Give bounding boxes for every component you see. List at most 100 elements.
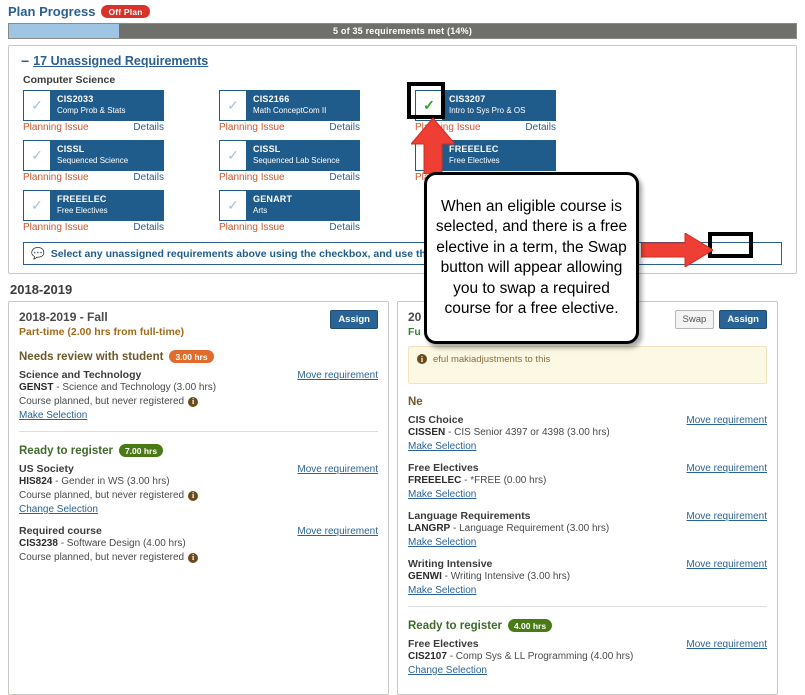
requirement-item-code: HIS824 [19, 476, 53, 487]
requirement-item-detail: - Language Requirement (3.00 hrs) [450, 523, 610, 534]
requirement-code: GENART [253, 194, 293, 204]
requirement-item: Free Electives Move requirement CIS2107 - … [408, 638, 767, 676]
planning-issue-label: Planning Issue [219, 122, 285, 133]
requirement-item-note: Course planned, but never registered i [19, 551, 378, 565]
requirement-card-body: CIS3207 Intro to Sys Pro & OS [443, 91, 530, 120]
requirement-section-header: Ne [408, 396, 767, 408]
requirement-item-header: Writing Intensive Move requirement [408, 558, 767, 570]
requirement-item-code: GENST [19, 382, 54, 393]
requirement-item-detail: - Gender in WS (3.00 hrs) [52, 476, 170, 487]
requirement-card[interactable]: ✓ CISSL Sequenced Lab Science [219, 140, 360, 171]
requirement-item-course: CIS3238 - Software Design (4.00 hrs) [19, 537, 378, 551]
move-requirement-link[interactable]: Move requirement [297, 526, 378, 537]
move-requirement-link[interactable]: Move requirement [686, 639, 767, 650]
requirement-item-detail: - Software Design (4.00 hrs) [57, 538, 186, 549]
requirement-card[interactable]: ✓ GENART Arts [219, 190, 360, 221]
requirement-item: Writing Intensive Move requirement GENWI -… [408, 558, 767, 596]
arrow-up-to-checkbox [411, 118, 455, 174]
selection-link[interactable]: Make Selection [408, 585, 476, 596]
requirement-item-detail: - Science and Technology (3.00 hrs) [53, 382, 217, 393]
details-link[interactable]: Details [133, 172, 164, 183]
requirement-card-body: CISSL Sequenced Lab Science [247, 141, 345, 170]
requirement-item-title: Language Requirements [408, 510, 531, 522]
unassigned-requirements-link[interactable]: 17 Unassigned Requirements [33, 54, 208, 68]
term-title-block: 2018-2019 - Fall Part-time (2.00 hrs from… [19, 310, 184, 338]
move-requirement-link[interactable]: Move requirement [297, 464, 378, 475]
requirement-card-footer: Planning Issue Details [219, 121, 360, 133]
requirement-note-text: Course planned, but never registered [19, 552, 185, 563]
requirement-item-header: US Society Move requirement [19, 463, 378, 475]
section-hours-badge: 3.00 hrs [169, 350, 214, 363]
details-link[interactable]: Details [329, 222, 360, 233]
requirement-note-text: Course planned, but never registered [19, 396, 185, 407]
requirement-code: FREEELEC [57, 194, 107, 204]
requirement-item-course: GENWI - Writing Intensive (3.00 hrs) [408, 570, 767, 584]
selection-link[interactable]: Make Selection [408, 489, 476, 500]
requirement-item-title: US Society [19, 463, 74, 475]
selection-link[interactable]: Make Selection [408, 537, 476, 548]
minus-icon[interactable]: − [21, 54, 29, 68]
requirement-description: Sequenced Lab Science [253, 156, 340, 165]
requirement-checkbox[interactable]: ✓ [220, 141, 247, 170]
details-link[interactable]: Details [133, 122, 164, 133]
requirement-card[interactable]: ✓ CISSL Sequenced Science [23, 140, 164, 171]
requirement-item-title: CIS Choice [408, 414, 464, 426]
requirement-card-footer: Planning Issue Details [219, 171, 360, 183]
unassigned-requirement-cell: ✓ CISSL Sequenced Science Planning Issue Det… [23, 140, 219, 183]
term-panel: 20 Fu Swap Assign i eful makiadjustments to t… [397, 301, 778, 695]
move-requirement-link[interactable]: Move requirement [686, 415, 767, 426]
page-title: Plan Progress [8, 4, 96, 19]
section-title: Needs review with student [19, 350, 164, 363]
term-header: 2018-2019 - Fall Part-time (2.00 hrs from… [19, 310, 378, 338]
requirement-card[interactable]: ✓ FREEELEC Free Electives [23, 190, 164, 221]
term-alert-text: eful makiadjustments to this [433, 354, 551, 365]
requirement-section-header: Ready to register 7.00 hrs [19, 444, 378, 457]
requirement-card[interactable]: ✓ CIS2166 Math ConceptCom II [219, 90, 360, 121]
details-link[interactable]: Details [133, 222, 164, 233]
callout-text: When an eligible course is selected, and… [435, 197, 628, 318]
academic-year-label: 2018-2019 [10, 282, 73, 297]
requirement-item-title: Required course [19, 525, 102, 537]
selection-link[interactable]: Make Selection [19, 410, 87, 421]
selection-link[interactable]: Make Selection [408, 441, 476, 452]
assign-button[interactable]: Assign [330, 310, 378, 329]
requirement-card[interactable]: ✓ CIS2033 Comp Prob & Stats [23, 90, 164, 121]
details-link[interactable]: Details [525, 122, 556, 133]
move-requirement-link[interactable]: Move requirement [686, 511, 767, 522]
requirement-item: Language Requirements Move requirement LAN… [408, 510, 767, 548]
requirement-item-course: CISSEN - CIS Senior 4397 or 4398 (3.00 h… [408, 426, 767, 440]
requirement-item-header: Free Electives Move requirement [408, 638, 767, 650]
details-link[interactable]: Details [329, 172, 360, 183]
requirement-checkbox[interactable]: ✓ [24, 91, 51, 120]
requirement-card-footer: Planning Issue Details [23, 121, 164, 133]
requirement-checkbox[interactable]: ✓ [220, 91, 247, 120]
section-title: Ne [408, 396, 423, 408]
info-icon[interactable]: i [188, 397, 199, 407]
assign-button[interactable]: Assign [719, 310, 767, 329]
move-requirement-link[interactable]: Move requirement [686, 463, 767, 474]
unassigned-collapse-row[interactable]: − 17 Unassigned Requirements [17, 52, 788, 74]
swap-button[interactable]: Swap [674, 310, 715, 329]
requirement-item-code: CIS2107 [408, 651, 447, 662]
move-requirement-link[interactable]: Move requirement [686, 559, 767, 570]
progress-label: 5 of 35 requirements met (14%) [332, 26, 473, 36]
details-link[interactable]: Details [329, 122, 360, 133]
requirement-checkbox[interactable]: ✓ [24, 141, 51, 170]
term-name: 20 [408, 310, 422, 324]
requirement-item-title: Writing Intensive [408, 558, 493, 570]
requirement-item-detail: - Comp Sys & LL Programming (4.00 hrs) [446, 651, 634, 662]
status-badge: Off Plan [101, 5, 150, 18]
requirement-item-header: Language Requirements Move requirement [408, 510, 767, 522]
info-icon[interactable]: i [188, 553, 199, 563]
requirement-checkbox[interactable]: ✓ [24, 191, 51, 220]
move-requirement-link[interactable]: Move requirement [297, 370, 378, 381]
requirement-item-course: LANGRP - Language Requirement (3.00 hrs) [408, 522, 767, 536]
selection-link[interactable]: Change Selection [408, 665, 487, 676]
requirement-item-code: LANGRP [408, 523, 451, 534]
info-icon[interactable]: i [188, 491, 199, 501]
section-divider [408, 606, 767, 607]
requirement-checkbox[interactable]: ✓ [220, 191, 247, 220]
requirement-code: CISSL [253, 144, 281, 154]
selection-link[interactable]: Change Selection [19, 504, 98, 515]
requirement-code: CIS3207 [449, 94, 486, 104]
